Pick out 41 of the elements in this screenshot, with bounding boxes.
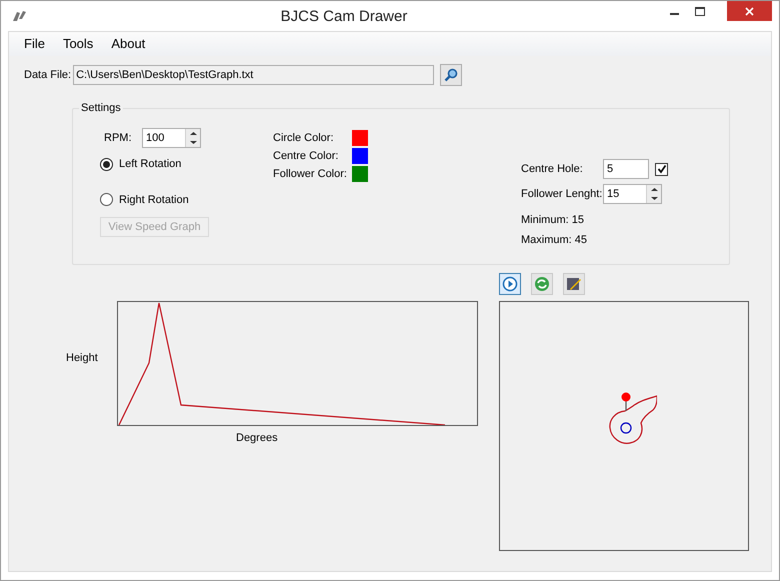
axis-label: Height xyxy=(66,351,99,366)
field-label: Centre Hole: xyxy=(521,162,584,177)
radio-label[interactable]: Left Rotation xyxy=(119,156,182,172)
field-label: RPM: xyxy=(104,130,132,146)
maximum-text: Maximum: 45 xyxy=(521,232,588,248)
menu-item[interactable]: About xyxy=(104,34,152,54)
color-swatch[interactable] xyxy=(352,130,368,146)
close-button[interactable] xyxy=(727,1,772,21)
follower-spinner[interactable]: 15 xyxy=(603,184,662,204)
field-label: Data File: xyxy=(24,68,72,83)
menu-item[interactable]: Tools xyxy=(56,34,100,54)
minimum-text: Minimum: 15 xyxy=(521,213,585,228)
menu-item[interactable]: File xyxy=(17,34,52,54)
color-swatch[interactable] xyxy=(352,166,368,182)
field-label: Follower Lenght: xyxy=(521,186,603,202)
search-button[interactable] xyxy=(440,64,462,86)
color-label: Circle Color: xyxy=(273,130,335,146)
input-field[interactable]: 5 xyxy=(603,159,649,179)
radio-button[interactable] xyxy=(100,193,113,206)
refresh-icon xyxy=(534,276,550,292)
play-icon xyxy=(502,276,518,292)
color-swatch[interactable] xyxy=(352,148,368,164)
radio-button[interactable] xyxy=(100,158,113,171)
input-field[interactable]: C:\Users\Ben\Desktop\TestGraph.txt xyxy=(73,65,434,85)
edit-button[interactable] xyxy=(563,273,585,295)
group-title: Settings xyxy=(79,100,123,116)
refresh-button[interactable] xyxy=(531,273,553,295)
close-icon xyxy=(745,6,754,16)
rpm-spinner[interactable]: 100 xyxy=(142,128,201,148)
checkbox[interactable] xyxy=(655,162,668,176)
minimize-icon xyxy=(670,13,678,15)
radio-label[interactable]: Right Rotation xyxy=(119,192,189,208)
axis-label: Degrees xyxy=(236,431,279,446)
search-icon xyxy=(444,68,458,82)
color-label: Follower Color: xyxy=(273,166,348,182)
color-label: Centre Color: xyxy=(273,148,340,164)
window-title: BJCS Cam Drawer xyxy=(280,7,408,27)
pencil-icon xyxy=(566,276,582,292)
app-icon xyxy=(11,9,27,23)
play-button[interactable] xyxy=(499,273,521,295)
maximize-icon xyxy=(695,6,705,16)
